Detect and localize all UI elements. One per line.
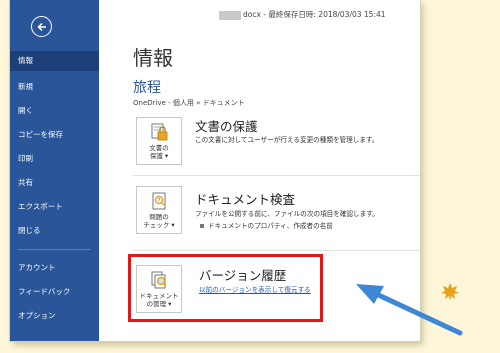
maple-leaf-icon [441, 283, 459, 301]
annotation-arrow-icon [356, 284, 463, 336]
